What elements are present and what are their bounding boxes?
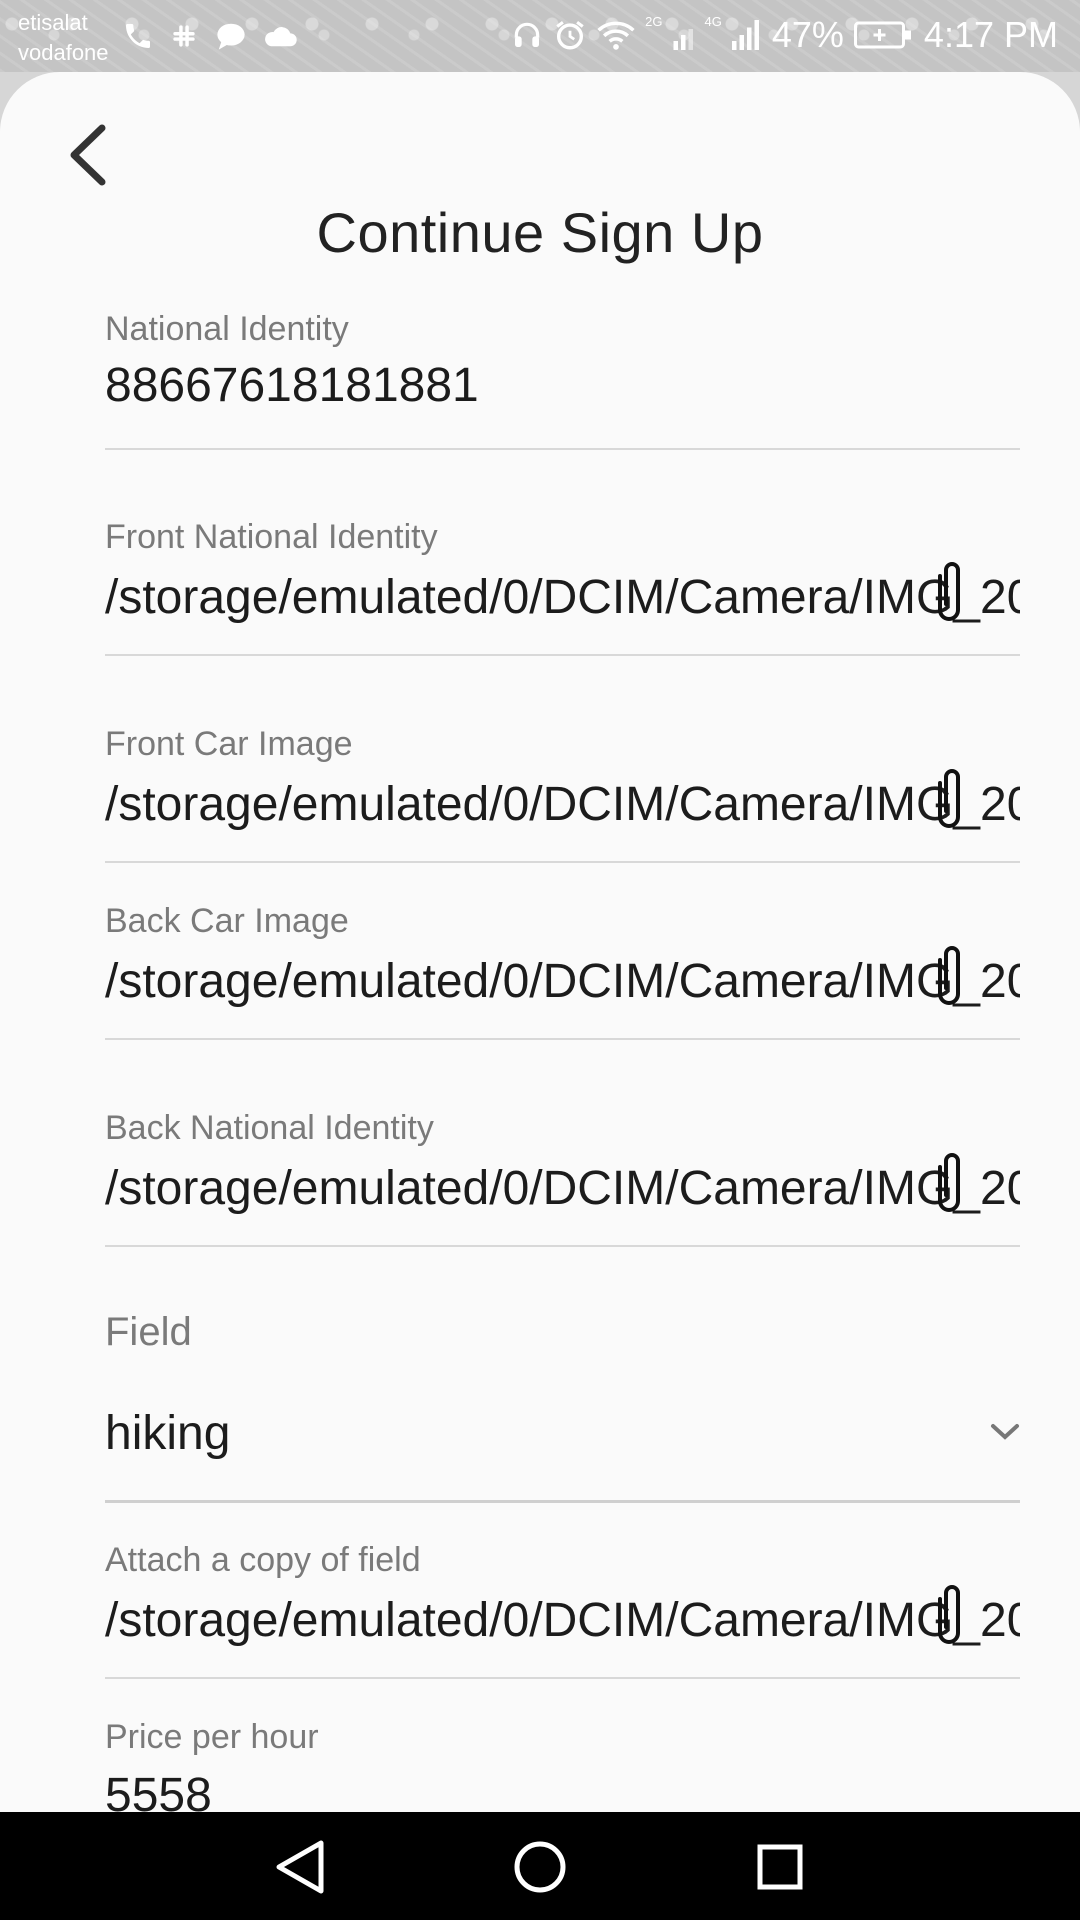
field-label: Front Car Image [105,725,353,763]
battery-icon [853,20,914,50]
field-selected-value[interactable]: hiking [105,1406,1020,1461]
system-status: 2G 4G 47% 4:17 PM [511,14,1058,56]
field-label: Price per hour [105,1718,319,1756]
field-label: National Identity [105,310,349,348]
carrier-1: etisalat [18,10,88,35]
notification-icons [122,20,298,52]
alarm-icon [553,18,587,52]
paperclip-icon[interactable] [930,1147,968,1217]
wifi-icon [597,19,635,51]
back-car-image-input[interactable]: /storage/emulated/0/DCIM/Camera/IMG_2019… [105,954,1020,1009]
national-identity-input[interactable]: 88667618181881 [105,358,1020,413]
attach-field-copy-field[interactable]: Attach a copy of field /storage/emulated… [105,1541,1020,1681]
back-national-identity-field[interactable]: Back National Identity /storage/emulated… [105,1109,1020,1249]
home-circle-icon [514,1841,566,1893]
field-underline [105,861,1020,863]
nav-recents-button[interactable] [745,1832,815,1902]
back-car-image-field[interactable]: Back Car Image /storage/emulated/0/DCIM/… [105,902,1020,1042]
signal-icon [731,19,762,51]
attach-field-copy-input[interactable]: /storage/emulated/0/DCIM/Camera/IMG_2019… [105,1593,1020,1648]
field-underline [105,448,1020,450]
nav-back-button[interactable] [266,1832,336,1902]
chat-icon [214,21,248,51]
price-per-hour-input[interactable]: 5558 [105,1768,1020,1812]
front-national-identity-input[interactable]: /storage/emulated/0/DCIM/Camera/IMG_2019… [105,570,1020,625]
back-button[interactable] [56,120,116,190]
price-per-hour-field[interactable]: Price per hour 5558 [105,1718,1020,1812]
nav-home-button[interactable] [505,1832,575,1902]
battery-percent: 47% [771,14,844,55]
field-underline [105,1677,1020,1679]
clock: 4:17 PM [923,14,1058,55]
national-identity-field[interactable]: National Identity 88667618181881 [105,310,1020,452]
paperclip-icon[interactable] [930,940,968,1010]
paperclip-icon[interactable] [930,763,968,833]
field-underline [105,1245,1020,1247]
navigation-bar [0,1812,1080,1920]
field-label: Back National Identity [105,1109,434,1147]
field-label: Front National Identity [105,518,438,556]
cloud-icon [262,23,298,49]
carrier-2: vodafone [18,40,109,65]
chevron-left-icon [70,124,106,186]
field-underline [105,654,1020,656]
paperclip-icon[interactable] [930,1579,968,1649]
front-national-identity-field[interactable]: Front National Identity /storage/emulate… [105,518,1020,658]
carrier-names: etisalat vodafone [18,8,109,68]
field-dropdown[interactable]: Field hiking [105,1310,1020,1504]
field-label: Attach a copy of field [105,1541,421,1579]
page-title: Continue Sign Up [316,201,764,264]
chevron-down-icon[interactable] [990,1422,1020,1442]
front-car-image-field[interactable]: Front Car Image /storage/emulated/0/DCIM… [105,725,1020,865]
front-car-image-input[interactable]: /storage/emulated/0/DCIM/Camera/IMG_2019… [105,777,1020,832]
network-2g-label: 2G [645,14,663,29]
field-underline [105,1038,1020,1040]
network-4g-label: 4G [704,14,722,29]
back-national-identity-input[interactable]: /storage/emulated/0/DCIM/Camera/IMG_2019… [105,1161,1020,1216]
phone-icon [122,20,154,52]
recents-square-icon [757,1844,803,1890]
signal-2g-icon [673,20,695,50]
status-bar: etisalat vodafone 2G 4G 47% 4:17 PM [0,0,1080,72]
back-triangle-icon [276,1840,324,1894]
paperclip-icon[interactable] [930,556,968,626]
field-label: Field [105,1310,192,1354]
headset-icon [511,18,543,52]
slack-icon [168,20,200,52]
field-underline [105,1500,1020,1503]
field-label: Back Car Image [105,902,349,940]
